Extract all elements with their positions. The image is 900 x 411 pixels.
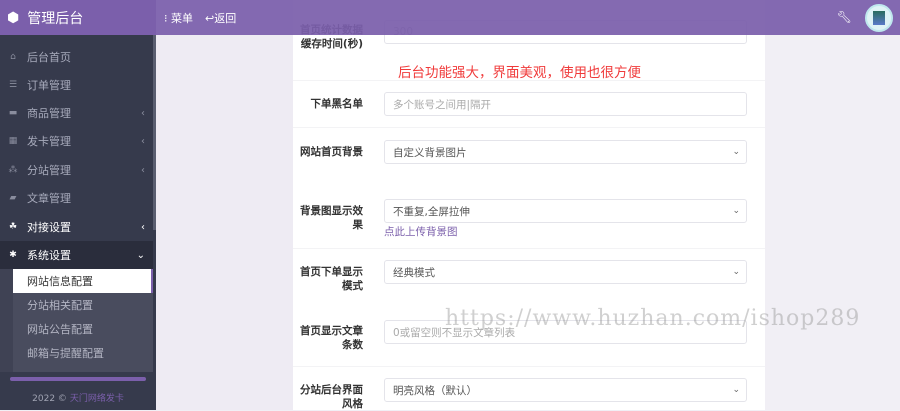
footer: 2022 © 天门网络发卡 [0, 391, 156, 404]
list-icon: ☰ [8, 80, 18, 90]
value: 自定义背景图片 [393, 146, 467, 159]
sidebar-item-system[interactable]: ✱ 系统设置 ⌄ [0, 241, 153, 269]
label: 对接设置 [27, 221, 71, 234]
content-gutter [156, 35, 293, 410]
promo-text: 后台功能强大，界面美观，使用也很方便 [398, 65, 641, 81]
value: 明亮风格（默认） [393, 384, 477, 397]
brand-title: 管理后台 [27, 10, 84, 27]
top-bar: ⁝ 菜单 ↩返回 🔧︎ [156, 0, 900, 35]
chevron-left-icon: ‹ [141, 221, 145, 233]
label: 商品管理 [27, 107, 71, 120]
back-label: 返回 [214, 11, 237, 25]
brand[interactable]: ⬢ 管理后台 [0, 0, 156, 35]
chevron-down-icon: ⌄ [732, 385, 740, 395]
book-icon: ▰ [9, 193, 17, 203]
label: 后台首页 [27, 51, 71, 64]
value: 经典模式 [393, 266, 435, 279]
footer-link[interactable]: 天门网络发卡 [70, 394, 124, 404]
label-substation-style: 分站后台界面风格 [300, 384, 363, 410]
order-mode-select[interactable]: 经典模式 ⌄ [384, 260, 747, 284]
label-blacklist: 下单黑名单 [310, 98, 364, 110]
sidebar-item-articles[interactable]: ▰ 文章管理 [0, 184, 153, 212]
grid-icon: ▦ [8, 136, 18, 146]
avatar[interactable] [865, 4, 893, 32]
submenu-substation[interactable]: 分站相关配置 [13, 293, 153, 317]
sidebar-item-cards[interactable]: ▦ 发卡管理 ‹ [0, 127, 153, 155]
label-home-bg: 网站首页背景 [300, 146, 363, 158]
system-submenu: 网站信息配置 分站相关配置 网站公告配置 邮箱与提醒配置 [0, 269, 153, 372]
label-bg-effect: 背景图显示效果 [300, 205, 363, 231]
menu-button[interactable]: ⁝ 菜单 [164, 10, 193, 26]
label-article-count: 首页显示文章条数 [300, 325, 363, 351]
chevron-left-icon: ‹ [141, 164, 145, 176]
wrench-icon[interactable]: 🔧︎ [837, 10, 852, 24]
upload-bg-link[interactable]: 点此上传背景图 [384, 224, 458, 239]
sitemap-icon: ⁂ [8, 165, 18, 175]
chevron-down-icon: ⌄ [732, 147, 740, 157]
submenu-email[interactable]: 邮箱与提醒配置 [13, 341, 153, 365]
back-button[interactable]: ↩返回 [205, 10, 236, 26]
cube-icon: ⬢ [7, 9, 20, 26]
sidebar-item-substations[interactable]: ⁂ 分站管理 ‹ [0, 156, 153, 184]
chevron-left-icon: ‹ [141, 135, 145, 147]
divider [293, 366, 765, 367]
label: 文章管理 [27, 192, 71, 205]
avatar-image [873, 11, 885, 25]
label: 分站管理 [27, 164, 71, 177]
cubes-icon: ☘ [8, 222, 18, 232]
label: 系统设置 [27, 249, 71, 262]
blacklist-input[interactable]: 多个账号之间用|隔开 [384, 92, 747, 116]
substation-style-select[interactable]: 明亮风格（默认） ⌄ [384, 378, 747, 402]
reply-icon: ↩ [205, 11, 215, 25]
submenu-site-info[interactable]: 网站信息配置 [13, 269, 153, 293]
chevron-left-icon: ‹ [141, 107, 145, 119]
sidebar: ⬢ 管理后台 ⌂ 后台首页 ☰ 订单管理 ▬ 商品管理 ‹ ▦ 发卡管理 ‹ ⁂ 分站管理 ‹ ▰… [0, 0, 156, 410]
bg-effect-select[interactable]: 不重复,全屏拉伸 ⌄ [384, 199, 747, 223]
gear-icon: ✱ [9, 250, 17, 260]
label: 订单管理 [27, 79, 71, 92]
sidebar-item-orders[interactable]: ☰ 订单管理 [0, 71, 153, 99]
submenu-notice[interactable]: 网站公告配置 [13, 317, 153, 341]
divider [293, 127, 765, 128]
cart-icon: ▬ [8, 108, 18, 118]
sidebar-item-home[interactable]: ⌂ 后台首页 [0, 43, 153, 71]
sidebar-item-products[interactable]: ▬ 商品管理 ‹ [0, 99, 153, 127]
footer-year: 2022 © [32, 394, 67, 404]
chevron-down-icon: ⌄ [732, 206, 740, 216]
divider [293, 80, 765, 81]
sidebar-divider [10, 377, 146, 381]
chevron-down-icon: ⌄ [136, 249, 145, 261]
label: 发卡管理 [27, 135, 71, 148]
sidebar-item-integration[interactable]: ☘ 对接设置 ‹ [0, 213, 153, 241]
divider [293, 248, 765, 249]
watermark: https://www.huzhan.com/ishop289 [445, 306, 861, 331]
home-bg-select[interactable]: 自定义背景图片 ⌄ [384, 140, 747, 164]
menu-label: 菜单 [171, 11, 193, 25]
chevron-down-icon: ⌄ [732, 267, 740, 277]
label-order-mode: 首页下单显示模式 [300, 266, 363, 292]
menu-icon: ⁝ [164, 11, 168, 25]
home-icon: ⌂ [10, 52, 16, 62]
value: 不重复,全屏拉伸 [393, 205, 470, 218]
